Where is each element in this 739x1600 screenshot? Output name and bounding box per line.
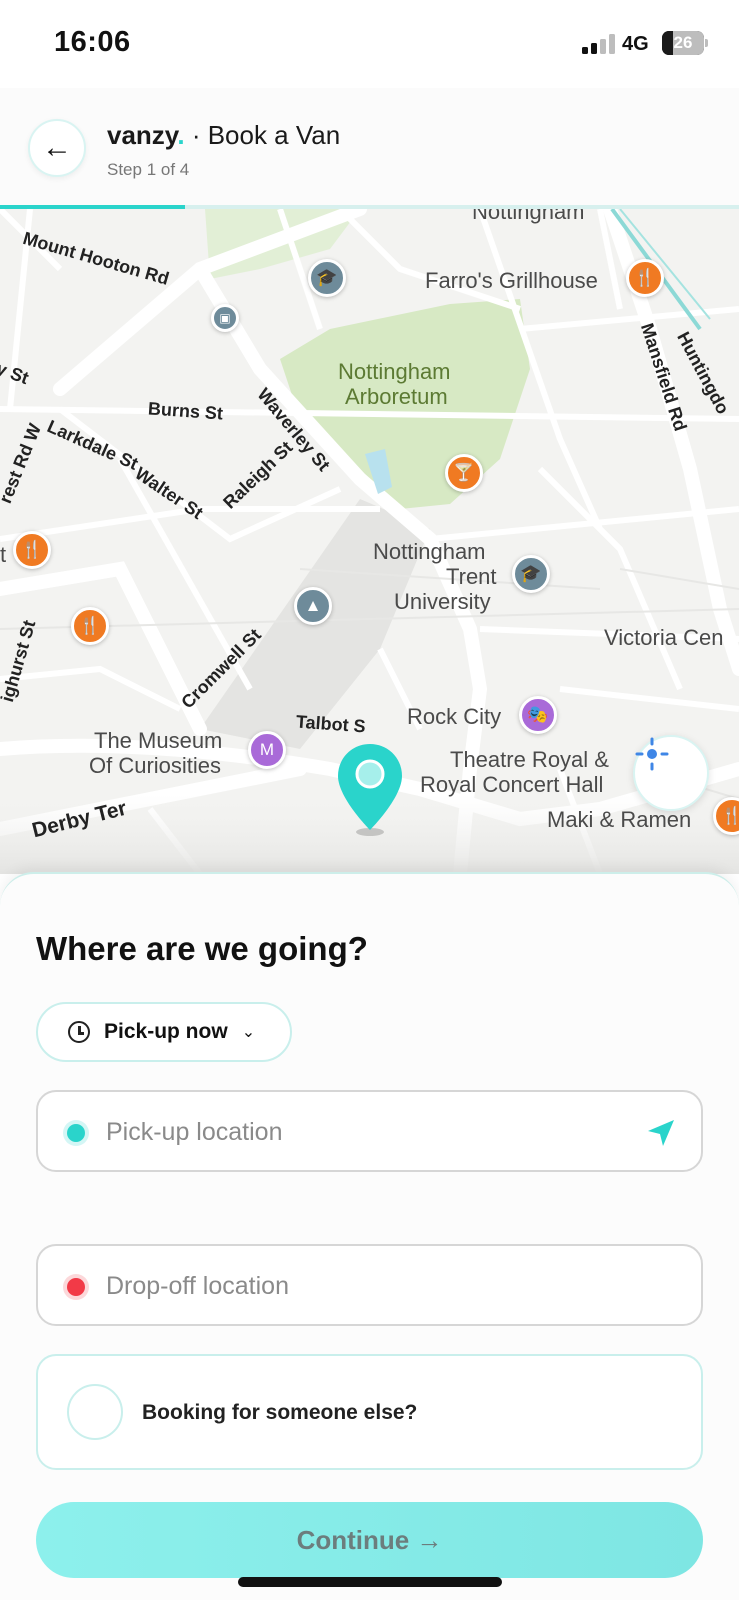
booking-for-someone-else-toggle[interactable]: Booking for someone else? [36,1354,703,1470]
place-label-theatre-line2: Royal Concert Hall [420,772,604,797]
area-label-nottingham: Nottingham [472,209,585,224]
place-label-arboretum-line2: Arboretum [345,384,448,409]
chevron-down-icon: ⌄ [241,1024,256,1041]
someone-else-label: Booking for someone else? [142,1401,418,1424]
place-label-ntu-line1: Nottingham [373,539,486,564]
pickup-location-field[interactable] [36,1090,703,1172]
tree-icon[interactable]: ▲ [294,587,332,625]
dropoff-dot-icon [67,1278,85,1296]
map-pin-icon[interactable] [334,742,406,838]
place-label-rock-city: Rock City [407,704,502,729]
network-type: 4G [622,33,649,55]
fork-knife-icon[interactable]: 🍴 [626,259,664,297]
sheet-title: Where are we going? [36,930,368,967]
crosshair-icon [635,737,669,771]
place-label-theatre-line1: Theatre Royal & [450,747,609,772]
battery-tip [705,39,708,47]
place-label-ntu-line3: University [394,589,491,614]
booking-sheet: Where are we going? Pick-up now ⌄ Bookin… [0,872,739,1600]
header-title: vanzy. · Book a Van [107,120,340,151]
pickup-time-label: Pick-up now [104,1020,228,1043]
step-indicator: Step 1 of 4 [107,160,190,179]
dropoff-location-field[interactable] [36,1244,703,1326]
brand-dot: . [177,120,185,150]
brand-name: vanzy [107,120,178,150]
street-label-talbot: Talbot S [295,711,367,737]
pickup-location-input[interactable] [106,1112,626,1152]
app-header: ← vanzy. · Book a Van Step 1 of 4 [0,88,739,208]
place-label-maki: Maki & Ramen [547,807,692,832]
place-label-ntu-line2: Trent [446,564,497,589]
place-label-arboretum-line1: Nottingham [338,359,451,384]
place-label-farros: Farro's Grillhouse [425,268,598,293]
home-indicator [238,1577,502,1587]
tram-icon[interactable]: ▣ [211,304,239,332]
graduation-cap-icon[interactable]: 🎓 [512,555,550,593]
dropoff-location-input[interactable] [106,1266,626,1306]
street-label-burns: Burns St [147,398,224,424]
battery-icon: 26 [662,31,704,55]
place-label-museum-line1: The Museum [94,728,223,753]
back-arrow-icon: ← [42,131,72,164]
continue-button[interactable]: Continue → [36,1502,703,1578]
map-view[interactable]: Mount Hooton Rd Burns St Larkdale St Wal… [0,209,739,874]
back-button[interactable]: ← [28,119,86,177]
theatre-masks-icon[interactable]: 🎭 [519,696,557,734]
museum-icon[interactable]: M [248,731,286,769]
fork-knife-icon[interactable]: 🍴 [13,531,51,569]
battery-percent: 26 [673,33,693,52]
graduation-cap-icon[interactable]: 🎓 [308,259,346,297]
pickup-time-selector[interactable]: Pick-up now ⌄ [36,1002,292,1062]
current-location-arrow-icon[interactable] [644,1116,678,1150]
pickup-dot-icon [67,1124,85,1142]
place-label-victoria: Victoria Cen [604,625,724,650]
signal-icon [582,34,615,54]
place-label-museum-line2: Of Curiosities [89,753,222,778]
status-bar: 16:06 4G 26 [0,0,739,88]
locate-me-button[interactable] [633,735,709,811]
clock-icon [68,1021,90,1043]
fork-knife-icon[interactable]: 🍴 [71,607,109,645]
cocktail-icon[interactable]: 🍸 [445,454,483,492]
place-label-edge-t: t [0,542,7,567]
page-title: · Book a Van [191,120,341,150]
someone-else-radio[interactable] [67,1384,123,1440]
status-time: 16:06 [54,26,131,58]
